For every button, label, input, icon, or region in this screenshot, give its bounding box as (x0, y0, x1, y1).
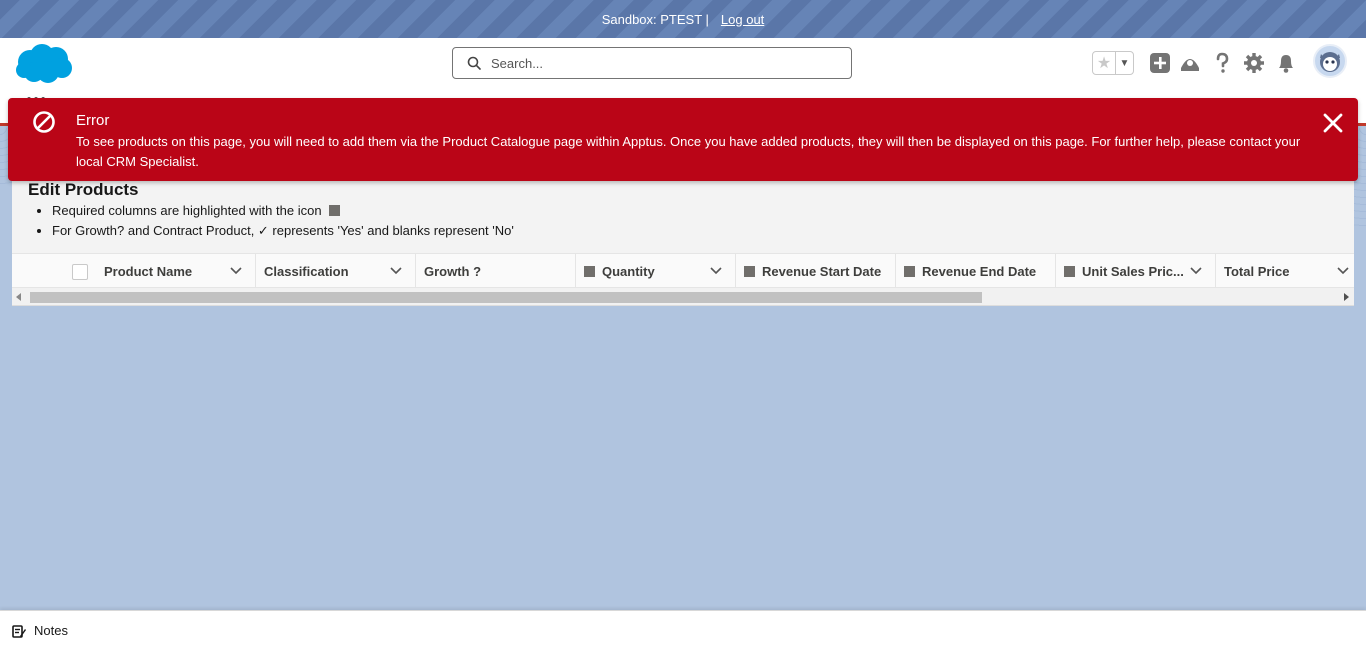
instruction-item: Required columns are highlighted with th… (52, 201, 514, 221)
logout-link[interactable]: Log out (721, 12, 764, 27)
edit-products-card: Edit Products Required columns are highl… (12, 180, 1354, 306)
column-header-unit-sales-price[interactable]: Unit Sales Pric... (1056, 254, 1216, 287)
error-ban-icon (33, 111, 55, 133)
notes-label: Notes (34, 623, 68, 638)
chevron-down-icon[interactable] (389, 264, 403, 278)
scrollbar-thumb[interactable] (30, 292, 982, 303)
column-header-product-name[interactable]: Product Name (96, 254, 256, 287)
chevron-down-icon[interactable] (709, 264, 723, 278)
favorites-group: ★ ▼ (1092, 51, 1134, 75)
required-square-icon (329, 205, 341, 216)
scroll-left-arrow-icon[interactable] (16, 293, 21, 301)
column-label: Unit Sales Pric... (1082, 263, 1184, 279)
select-all-checkbox[interactable] (72, 264, 88, 280)
search-icon (467, 56, 481, 70)
column-header-total-price[interactable]: Total Price (1216, 254, 1354, 287)
column-label: Classification (264, 263, 349, 279)
scroll-right-arrow-icon[interactable] (1344, 293, 1349, 301)
column-header-revenue-start-date[interactable]: Revenue Start Date (736, 254, 896, 287)
notifications-bell-icon[interactable] (1273, 50, 1299, 76)
error-toast: Error To see products on this page, you … (8, 98, 1358, 181)
column-header-revenue-end-date[interactable]: Revenue End Date (896, 254, 1056, 287)
search-input[interactable] (491, 55, 831, 71)
products-table-header: Product Name Classification Growth ? Qua… (12, 253, 1354, 288)
chevron-down-icon[interactable] (1189, 264, 1203, 278)
card-title: Edit Products (28, 180, 139, 199)
global-header: ●●● ★ ▼ (0, 38, 1366, 105)
horizontal-scrollbar[interactable] (12, 288, 1354, 306)
instruction-text: For Growth? and Contract Product, ✓ repr… (52, 223, 514, 238)
column-label: Revenue End Date (922, 263, 1037, 279)
column-label: Growth ? (424, 263, 482, 279)
global-search[interactable] (452, 47, 852, 79)
trailhead-icon[interactable] (1177, 50, 1203, 76)
column-label: Revenue Start Date (762, 263, 882, 279)
column-label: Total Price (1224, 263, 1290, 279)
toast-title: Error (76, 112, 110, 129)
sandbox-label: Sandbox: PTEST | (601, 11, 709, 27)
notes-utility-item[interactable]: Notes (12, 623, 68, 638)
required-square-icon (744, 265, 755, 277)
favorites-dropdown-icon[interactable]: ▼ (1115, 52, 1133, 74)
column-header-growth[interactable]: Growth ? (416, 254, 576, 287)
notes-icon (12, 624, 26, 638)
required-square-icon (584, 265, 595, 277)
salesforce-logo[interactable] (14, 42, 76, 86)
instruction-text: Required columns are highlighted with th… (52, 203, 322, 218)
toast-message: To see products on this page, you will n… (76, 134, 1301, 169)
column-label: Product Name (104, 263, 193, 279)
column-label: Quantity (602, 263, 655, 279)
column-header-classification[interactable]: Classification (256, 254, 416, 287)
help-icon[interactable] (1209, 50, 1235, 76)
chevron-down-icon[interactable] (229, 264, 243, 278)
column-header-quantity[interactable]: Quantity (576, 254, 736, 287)
sandbox-banner: Sandbox: PTEST | Log out (0, 0, 1366, 38)
required-square-icon (904, 265, 915, 277)
instruction-item: For Growth? and Contract Product, ✓ repr… (52, 221, 514, 241)
global-actions-icon[interactable] (1147, 50, 1173, 76)
favorite-star-icon[interactable]: ★ (1093, 52, 1115, 74)
setup-gear-icon[interactable] (1241, 50, 1267, 76)
required-square-icon (1064, 265, 1075, 277)
close-icon[interactable] (1322, 112, 1344, 134)
user-avatar[interactable] (1313, 44, 1347, 78)
utility-bar: Notes (0, 610, 1366, 651)
instructions-list: Required columns are highlighted with th… (52, 201, 514, 241)
chevron-down-icon[interactable] (1336, 264, 1350, 278)
